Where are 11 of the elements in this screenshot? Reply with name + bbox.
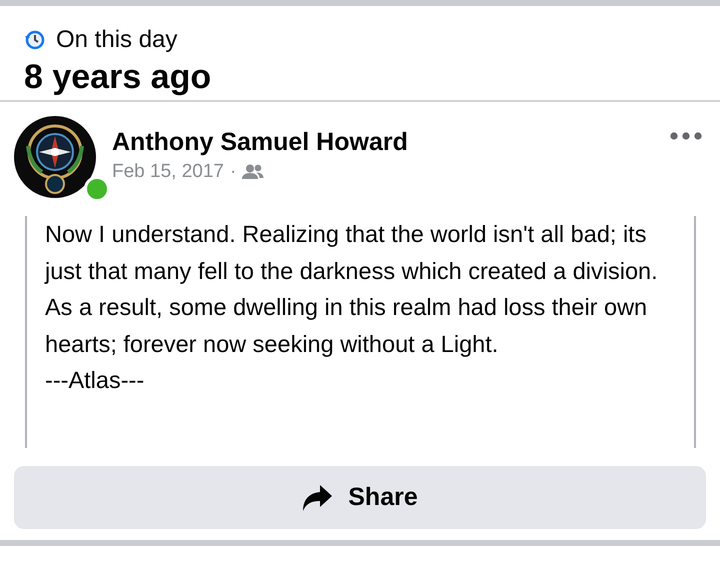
more-options-icon[interactable] <box>670 132 702 140</box>
friends-audience-icon <box>242 164 264 180</box>
memory-label: On this day <box>56 26 178 54</box>
share-arrow-icon <box>302 484 332 510</box>
memory-title: 8 years ago <box>24 58 212 97</box>
author-name[interactable]: Anthony Samuel Howard <box>112 128 670 157</box>
separator-dot: · <box>230 161 236 183</box>
post-text: Now I understand. Realizing that the world isn't all bad; its just that many fell to the darkness which created a division. As a result, some dwelling in this realm had loss their own hearts; forever now seeking without a Light. <box>45 220 659 359</box>
history-clock-icon <box>24 29 46 51</box>
post-text: ---Atlas--- <box>45 366 146 395</box>
share-button[interactable]: Share <box>14 466 706 529</box>
